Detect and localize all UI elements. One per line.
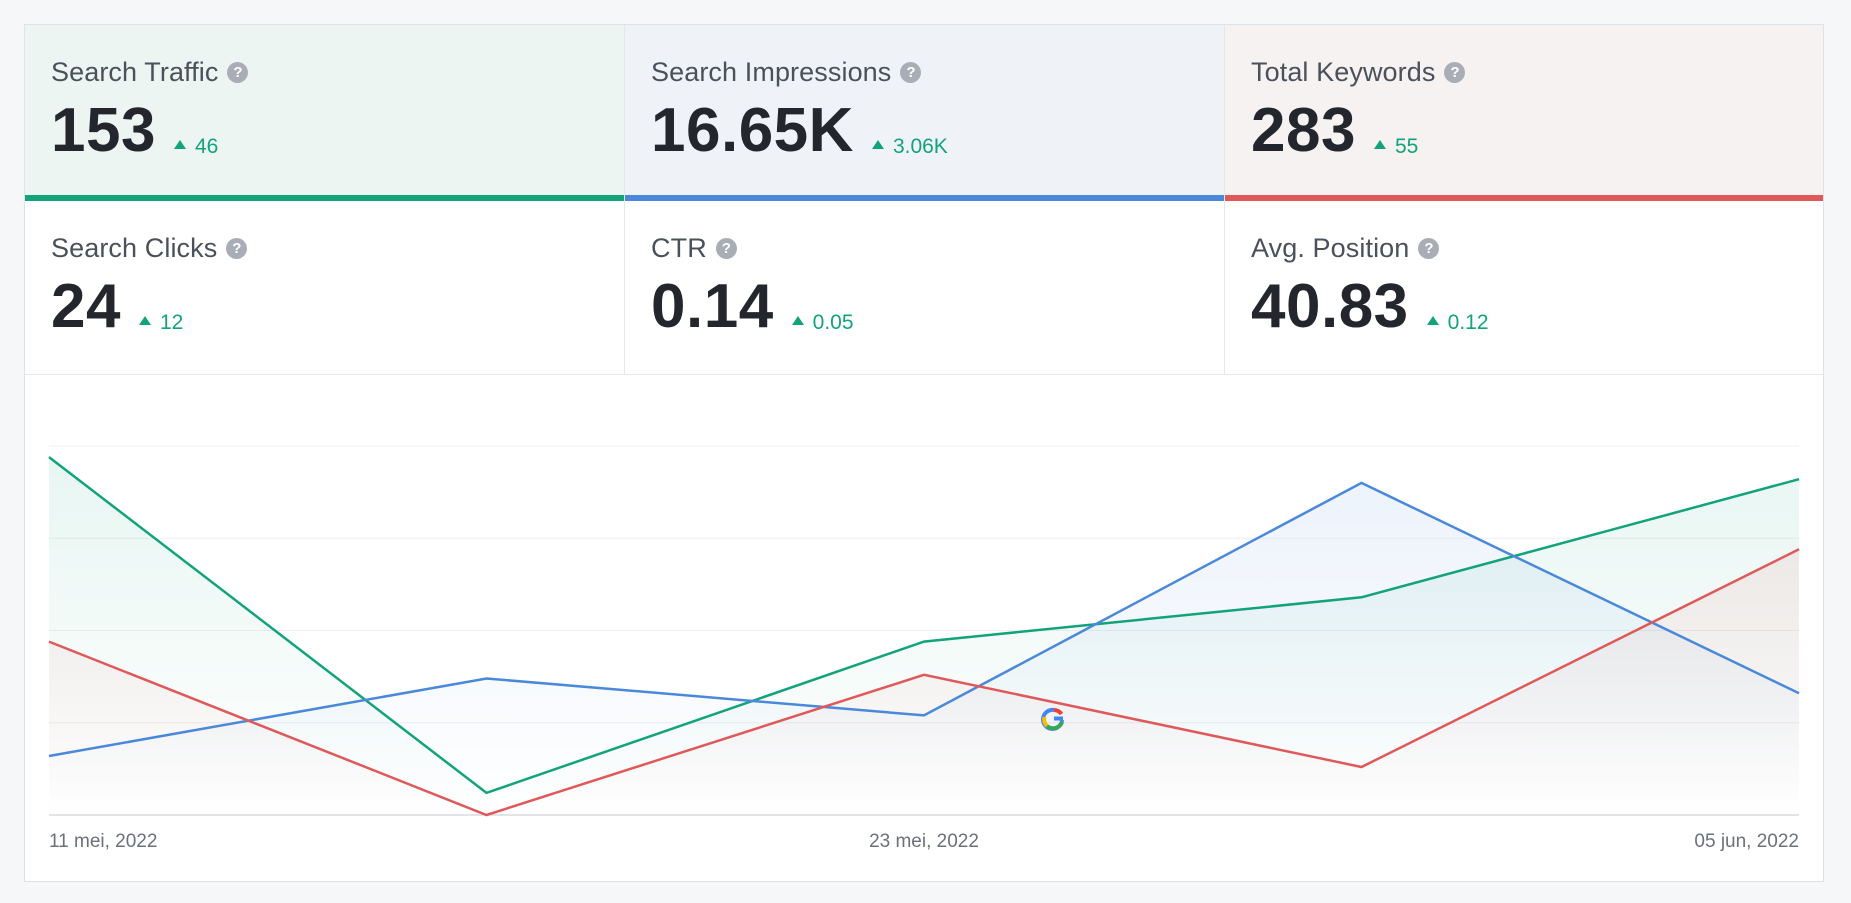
stats-card: Search Traffic ? 153 46 Search Impressio… (24, 24, 1824, 882)
data-point-impressions[interactable] (480, 671, 494, 685)
data-point-traffic[interactable] (1792, 472, 1806, 486)
x-tick-label: 05 jun, 2022 (1694, 831, 1799, 852)
x-tick-label: 23 mei, 2022 (869, 831, 979, 852)
stat-avg-position[interactable]: Avg. Position ? 40.83 0.12 (1225, 201, 1823, 375)
x-tick-label: 11 mei, 2022 (49, 831, 157, 852)
stat-delta-value: 0.12 (1447, 310, 1489, 334)
help-icon[interactable]: ? (715, 237, 737, 259)
data-point-traffic[interactable] (480, 786, 494, 800)
stat-delta: 0.05 (791, 310, 854, 335)
stat-delta: 3.06K (871, 134, 948, 159)
up-arrow-icon (1373, 140, 1386, 149)
up-arrow-icon (138, 316, 151, 325)
stat-label: CTR (651, 232, 707, 263)
stat-label: Avg. Position (1251, 232, 1410, 263)
data-point-keywords[interactable] (917, 668, 931, 682)
up-arrow-icon (791, 316, 804, 325)
stat-search-impressions[interactable]: Search Impressions ? 16.65K 3.06K (625, 25, 1225, 201)
help-icon[interactable]: ? (1418, 237, 1440, 259)
stat-value: 16.65K (651, 96, 854, 165)
stat-delta: 55 (1373, 134, 1419, 159)
stat-delta-value: 46 (194, 134, 219, 158)
data-point-traffic[interactable] (917, 635, 931, 649)
stat-search-clicks[interactable]: Search Clicks ? 24 12 (25, 201, 625, 375)
data-point-keywords[interactable] (1792, 542, 1806, 556)
stat-label: Search Clicks (51, 232, 218, 263)
stat-delta: 46 (173, 134, 219, 159)
data-point-traffic[interactable] (42, 450, 56, 464)
data-point-keywords[interactable] (480, 808, 494, 822)
stat-search-traffic[interactable]: Search Traffic ? 153 46 (25, 25, 625, 201)
help-icon[interactable]: ? (1444, 61, 1466, 83)
stat-ctr[interactable]: CTR ? 0.14 0.05 (625, 201, 1225, 375)
stats-grid: Search Traffic ? 153 46 Search Impressio… (25, 25, 1823, 375)
stat-value: 283 (1251, 96, 1356, 165)
traffic-chart[interactable]: 11 mei, 2022 23 mei, 2022 05 jun, 2022 (25, 375, 1823, 881)
up-arrow-icon (871, 140, 884, 149)
stat-value: 153 (51, 96, 156, 165)
stat-label: Search Traffic (51, 56, 219, 87)
help-icon[interactable]: ? (227, 61, 249, 83)
data-point-impressions[interactable] (1792, 686, 1806, 700)
data-point-impressions[interactable] (42, 749, 56, 763)
data-point-impressions[interactable] (917, 708, 931, 722)
up-arrow-icon (1426, 316, 1439, 325)
data-point-keywords[interactable] (42, 635, 56, 649)
help-icon[interactable]: ? (226, 237, 248, 259)
stat-value: 0.14 (651, 272, 774, 341)
stat-delta-value: 12 (159, 310, 184, 334)
data-point-keywords[interactable] (1355, 760, 1369, 774)
data-point-traffic[interactable] (1355, 590, 1369, 604)
stat-value: 24 (51, 272, 121, 341)
stat-label: Search Impressions (651, 56, 892, 87)
up-arrow-icon (173, 140, 186, 149)
help-icon[interactable]: ? (900, 61, 922, 83)
chart-svg: 11 mei, 2022 23 mei, 2022 05 jun, 2022 (42, 445, 1806, 852)
stat-label: Total Keywords (1251, 56, 1436, 87)
stat-value: 40.83 (1251, 272, 1409, 341)
stat-delta-value: 55 (1394, 134, 1419, 158)
stat-total-keywords[interactable]: Total Keywords ? 283 55 (1225, 25, 1823, 201)
stat-delta-value: 0.05 (812, 310, 854, 334)
stat-delta-value: 3.06K (892, 134, 948, 158)
chart-x-axis: 11 mei, 2022 23 mei, 2022 05 jun, 2022 (49, 831, 1799, 852)
stat-delta: 0.12 (1426, 310, 1489, 335)
data-point-impressions[interactable] (1355, 476, 1369, 490)
stat-delta: 12 (138, 310, 184, 335)
